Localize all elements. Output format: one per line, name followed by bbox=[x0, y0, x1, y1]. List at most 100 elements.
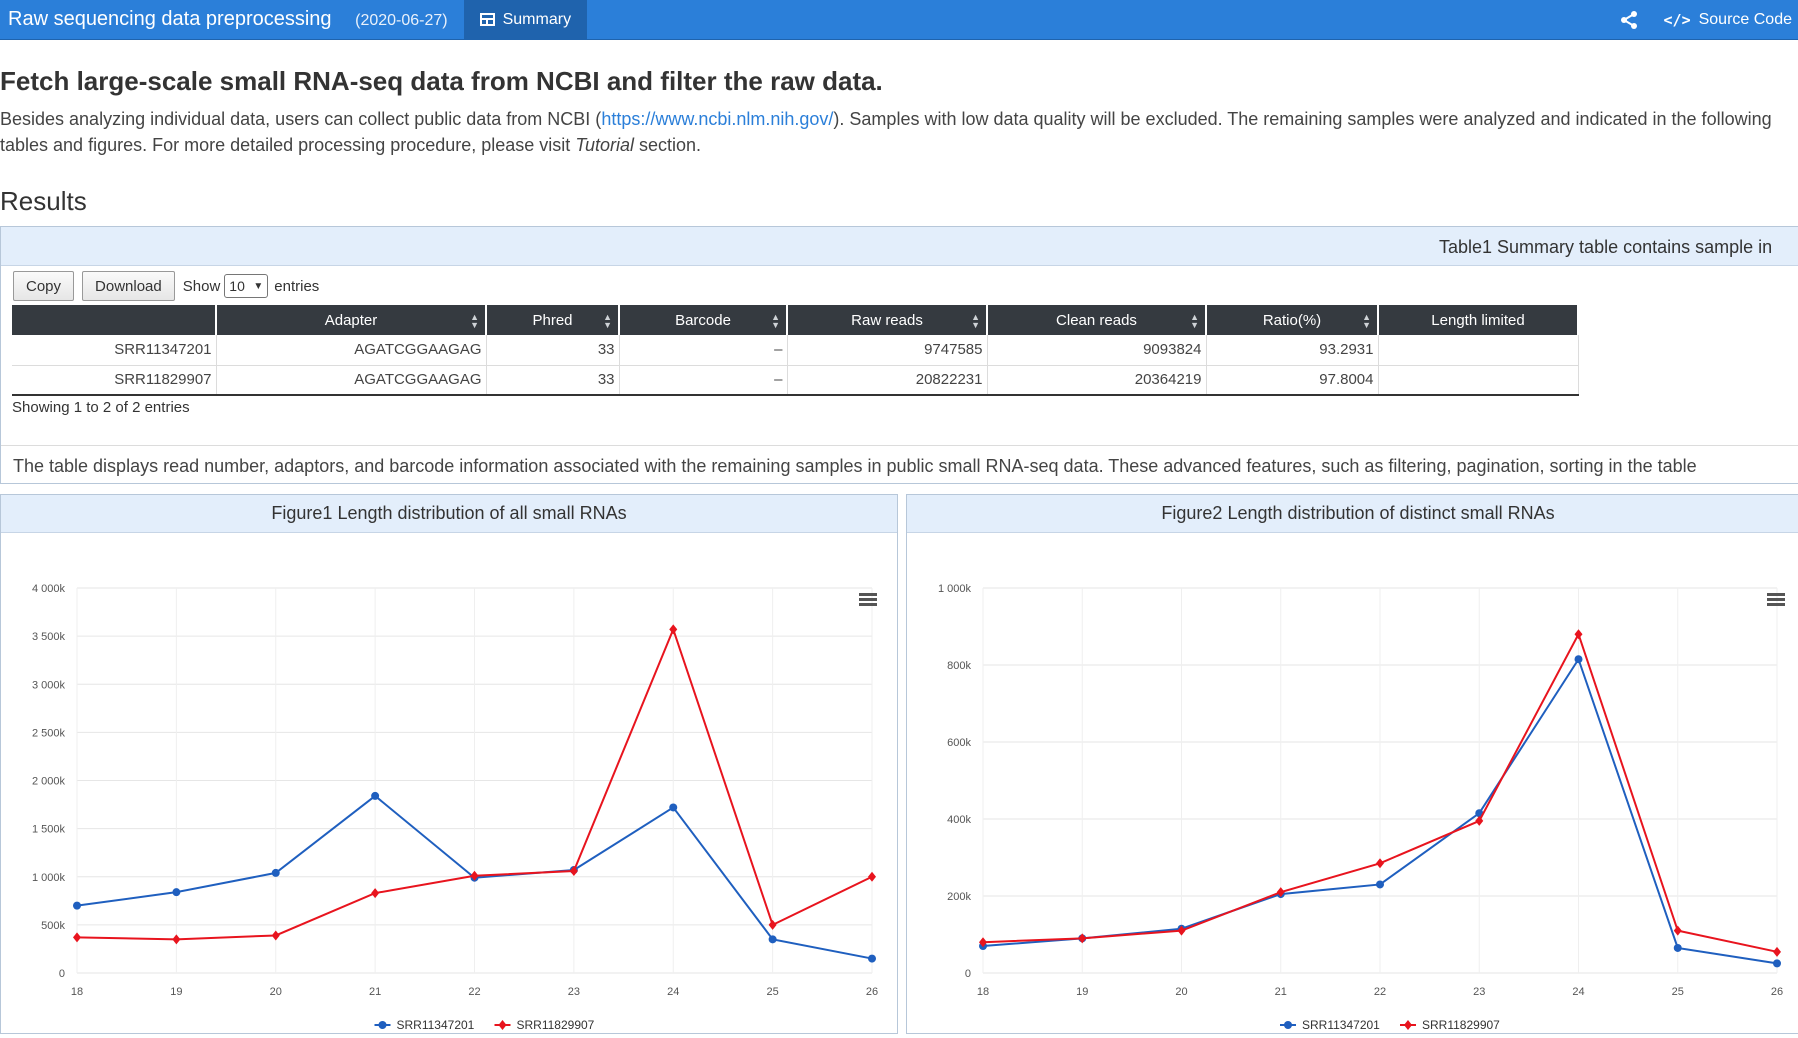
chevron-down-icon: ▼ bbox=[253, 280, 264, 292]
cell-length-limited bbox=[1378, 365, 1579, 396]
column-header-raw-reads[interactable]: Raw reads ▲ ▼ bbox=[787, 305, 988, 335]
sort-icon: ▲ ▼ bbox=[1190, 312, 1199, 330]
cell-clean-reads: 20364219 bbox=[987, 365, 1207, 396]
entries-select[interactable]: 10 ▼ bbox=[224, 274, 269, 298]
x-tick-label: 19 bbox=[170, 986, 182, 998]
data-point bbox=[1376, 880, 1384, 889]
tutorial-text: Tutorial bbox=[575, 135, 634, 155]
y-tick-label: 4 000k bbox=[32, 583, 66, 595]
sort-icon: ▲ ▼ bbox=[971, 312, 980, 330]
column-header-clean-reads[interactable]: Clean reads ▲ ▼ bbox=[987, 305, 1207, 335]
y-tick-label: 600k bbox=[947, 737, 971, 749]
data-point bbox=[172, 934, 181, 945]
y-tick-label: 500k bbox=[41, 920, 65, 932]
cell-ratio: 93.2931 bbox=[1206, 335, 1379, 366]
figure1-chart: 0 500k 1 000k 1 500k 2 000k 2 500k 3 000k 3 500… bbox=[32, 583, 878, 1032]
legend-label: SRR11347201 bbox=[1302, 1018, 1380, 1032]
copy-button[interactable]: Copy bbox=[13, 271, 75, 301]
table-row: SRR11829907 AGATCGGAAGAG 33 – 20822231 2… bbox=[12, 365, 1579, 396]
y-tick-label: 2 000k bbox=[32, 776, 66, 788]
cell-adapter: AGATCGGAAGAG bbox=[216, 335, 487, 366]
x-tick-label: 18 bbox=[71, 986, 83, 998]
x-tick-label: 21 bbox=[1275, 986, 1287, 998]
results-heading: Results bbox=[0, 186, 87, 216]
intro-text-1: Besides analyzing individual data, users… bbox=[0, 109, 602, 129]
data-point bbox=[1673, 925, 1682, 936]
legend-label: SRR11829907 bbox=[1422, 1018, 1500, 1032]
data-point bbox=[371, 791, 380, 800]
figure2-title: Figure2 Length distribution of distinct … bbox=[907, 495, 1798, 533]
legend-marker bbox=[378, 1021, 387, 1029]
column-header-adapter[interactable]: Adapter ▲ ▼ bbox=[216, 305, 487, 335]
y-tick-label: 0 bbox=[59, 968, 65, 980]
table-description: The table displays read number, adaptors… bbox=[1, 445, 1798, 483]
cell-raw-reads: 9747585 bbox=[787, 335, 988, 366]
x-tick-label: 26 bbox=[866, 986, 878, 998]
intro-text-3: section. bbox=[634, 135, 702, 155]
table-row: SRR11347201 AGATCGGAAGAG 33 – 9747585 90… bbox=[12, 335, 1579, 366]
cell-clean-reads: 9093824 bbox=[987, 335, 1207, 366]
data-point bbox=[1673, 943, 1682, 952]
data-point bbox=[768, 919, 777, 930]
sort-icon: ▲ ▼ bbox=[1362, 312, 1371, 330]
x-tick-label: 26 bbox=[1771, 986, 1783, 998]
entries-label: entries bbox=[274, 277, 320, 295]
x-tick-label: 23 bbox=[568, 986, 580, 998]
y-tick-label: 0 bbox=[965, 968, 971, 980]
x-tick-label: 21 bbox=[369, 986, 381, 998]
cell-phred: 33 bbox=[486, 365, 620, 396]
x-tick-label: 24 bbox=[1572, 986, 1584, 998]
column-header-length-limited[interactable]: Length limited bbox=[1378, 305, 1579, 335]
figure2-chart: 0 200k 400k 600k 800k 1 000k 18 19 20 21 22 23 24 25 2… bbox=[938, 583, 1783, 1032]
y-tick-label: 3 500k bbox=[32, 631, 66, 643]
tab-summary-label: Summary bbox=[502, 10, 572, 28]
data-point bbox=[1078, 933, 1087, 944]
x-tick-label: 22 bbox=[1374, 986, 1386, 998]
x-tick-label: 18 bbox=[977, 986, 989, 998]
ncbi-link[interactable]: https://www.ncbi.nlm.nih.gov/ bbox=[601, 109, 833, 129]
legend-marker bbox=[1284, 1021, 1292, 1029]
cell-length-limited bbox=[1378, 335, 1579, 366]
table-header-row: Adapter ▲ ▼ Phred ▲ ▼ Barcode ▲ ▼ Raw reads ▲ ▼ … bbox=[12, 305, 1579, 335]
x-tick-label: 25 bbox=[767, 986, 779, 998]
x-tick-label: 19 bbox=[1076, 986, 1088, 998]
app-title-text: Raw sequencing data preprocessing bbox=[8, 8, 332, 30]
data-point bbox=[172, 888, 181, 897]
share-icon[interactable] bbox=[1618, 9, 1640, 31]
legend-marker bbox=[498, 1020, 507, 1030]
table-controls: Copy Download Show 10 ▼ entries bbox=[13, 271, 319, 301]
cell-barcode: – bbox=[619, 365, 788, 396]
x-tick-label: 20 bbox=[270, 986, 282, 998]
source-code-label: Source Code bbox=[1698, 10, 1792, 28]
hamburger-menu-icon[interactable] bbox=[859, 593, 877, 607]
summary-table-panel: Table1 Summary table contains sample in … bbox=[0, 226, 1798, 484]
x-tick-label: 20 bbox=[1175, 986, 1187, 998]
legend-label: SRR11347201 bbox=[397, 1018, 475, 1032]
data-point bbox=[868, 871, 876, 882]
figure1-panel: Figure1 Length distribution of all small… bbox=[0, 494, 898, 1034]
column-header-phred[interactable]: Phred ▲ ▼ bbox=[486, 305, 620, 335]
table-info: Showing 1 to 2 of 2 entries bbox=[12, 399, 190, 416]
download-button[interactable]: Download bbox=[82, 271, 175, 301]
tab-summary[interactable]: Summary bbox=[463, 0, 588, 40]
cell-barcode: – bbox=[619, 335, 788, 366]
data-point bbox=[768, 935, 777, 944]
sort-icon: ▲ ▼ bbox=[603, 312, 612, 330]
column-header-barcode[interactable]: Barcode ▲ ▼ bbox=[619, 305, 788, 335]
app-title[interactable]: Raw sequencing data preprocessing (2020-… bbox=[0, 8, 448, 31]
column-header-ratio[interactable]: Ratio(%) ▲ ▼ bbox=[1206, 305, 1379, 335]
legend-marker bbox=[1404, 1020, 1412, 1030]
y-tick-label: 1 000k bbox=[938, 583, 972, 595]
column-header-sample[interactable] bbox=[12, 305, 217, 335]
data-point bbox=[868, 954, 876, 963]
y-tick-label: 400k bbox=[947, 814, 971, 826]
show-label: Show bbox=[182, 277, 221, 295]
hamburger-menu-icon[interactable] bbox=[1767, 593, 1785, 607]
source-code-link[interactable]: </> Source Code bbox=[1664, 11, 1792, 29]
data-point bbox=[1773, 946, 1781, 957]
summary-table: Adapter ▲ ▼ Phred ▲ ▼ Barcode ▲ ▼ Raw reads ▲ ▼ … bbox=[12, 305, 1579, 396]
page-title: Fetch large-scale small RNA-seq data fro… bbox=[0, 66, 883, 96]
figure1-title: Figure1 Length distribution of all small… bbox=[1, 495, 897, 533]
data-point bbox=[271, 930, 280, 941]
y-tick-label: 200k bbox=[947, 891, 971, 903]
